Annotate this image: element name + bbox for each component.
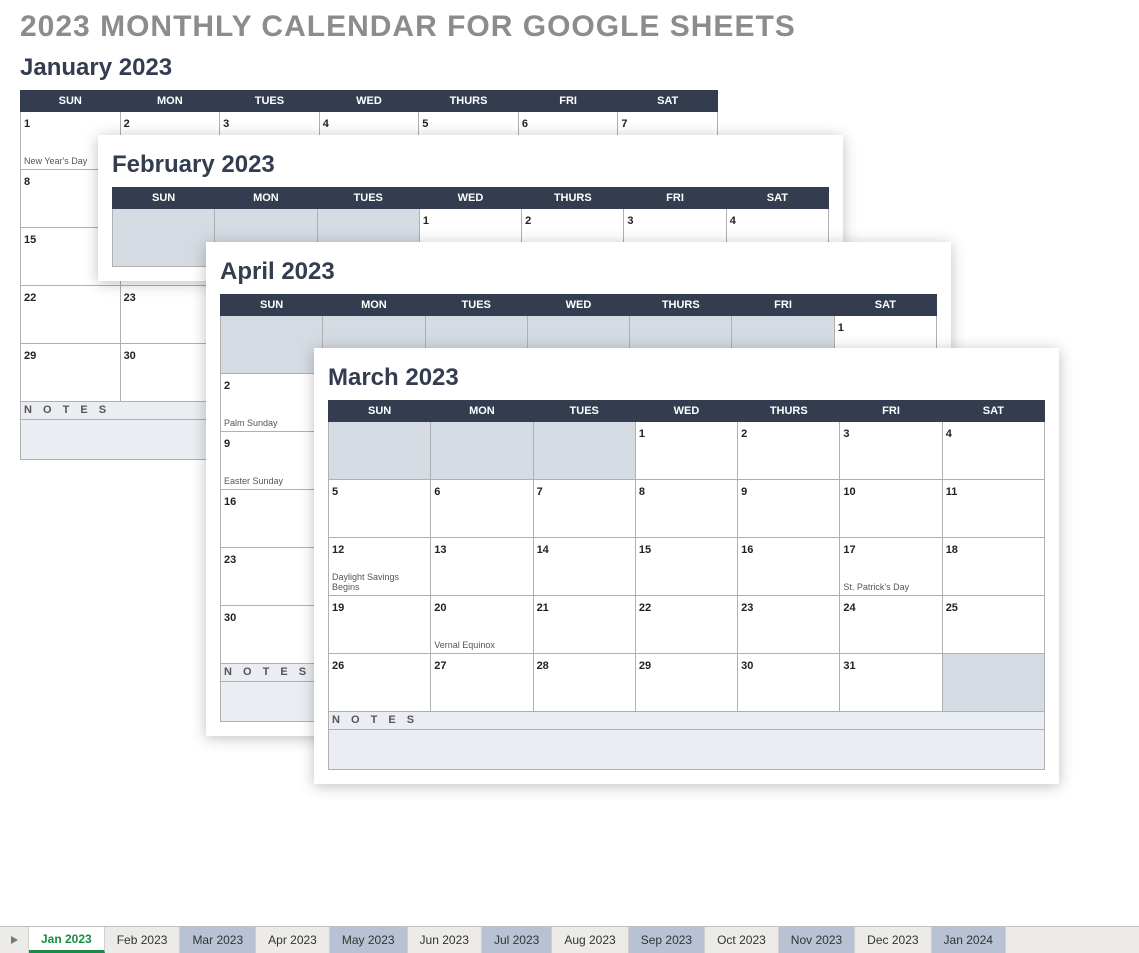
day-header: TUES — [425, 295, 527, 316]
calendar-cell[interactable]: 9 — [738, 480, 840, 538]
calendar-cell[interactable]: 9Easter Sunday — [221, 432, 323, 490]
sheet-tab[interactable]: Oct 2023 — [705, 927, 779, 953]
calendar-cell[interactable]: 23 — [120, 286, 220, 344]
day-header: SUN — [329, 401, 431, 422]
calendar-cell[interactable]: 21 — [533, 596, 635, 654]
calendar-cell[interactable]: 23 — [738, 596, 840, 654]
calendar-cell-empty — [942, 654, 1044, 712]
day-header: TUES — [317, 188, 419, 209]
sheet-tab[interactable]: May 2023 — [330, 927, 408, 953]
calendar-cell[interactable]: 11 — [942, 480, 1044, 538]
day-header: SAT — [834, 295, 936, 316]
day-header: FRI — [840, 401, 942, 422]
calendar-cell[interactable]: 24 — [840, 596, 942, 654]
calendar-cell[interactable]: 14 — [533, 538, 635, 596]
day-header: THURS — [630, 295, 732, 316]
day-header: WED — [527, 295, 629, 316]
day-header: WED — [635, 401, 737, 422]
sheet-tab[interactable]: Sep 2023 — [629, 927, 705, 953]
day-header: THURS — [522, 188, 624, 209]
day-header: SAT — [618, 91, 718, 112]
calendar-cell[interactable]: 19 — [329, 596, 431, 654]
calendar-cell[interactable]: 18 — [942, 538, 1044, 596]
calendar-cell[interactable]: 17St. Patrick's Day — [840, 538, 942, 596]
calendar-cell-empty — [113, 209, 215, 267]
month-title: April 2023 — [220, 258, 937, 286]
calendar-cell[interactable]: 30 — [738, 654, 840, 712]
calendar-cell[interactable]: 7 — [533, 480, 635, 538]
sheet-tab[interactable]: Mar 2023 — [180, 927, 256, 953]
calendar-cell[interactable]: 30 — [120, 344, 220, 402]
calendar-cell[interactable]: 29 — [635, 654, 737, 712]
calendar-cell[interactable]: 28 — [533, 654, 635, 712]
day-header: THURS — [738, 401, 840, 422]
day-header: SUN — [21, 91, 121, 112]
calendar-cell[interactable]: 12Daylight Savings Begins — [329, 538, 431, 596]
month-title: March 2023 — [328, 364, 1045, 392]
sheet-tab[interactable]: Dec 2023 — [855, 927, 931, 953]
calendar-cell[interactable]: 30 — [221, 606, 323, 664]
day-header: SAT — [942, 401, 1044, 422]
calendar-cell[interactable]: 4 — [942, 422, 1044, 480]
calendar-cell[interactable]: 2Palm Sunday — [221, 374, 323, 432]
day-header: SAT — [726, 188, 828, 209]
sheet-tab[interactable]: Jun 2023 — [408, 927, 482, 953]
calendar-cell[interactable]: 5 — [329, 480, 431, 538]
calendar-cell[interactable]: 26 — [329, 654, 431, 712]
day-header: FRI — [518, 91, 618, 112]
page-title: 2023 MONTHLY CALENDAR FOR GOOGLE SHEETS — [0, 0, 1139, 44]
calendar-cell[interactable]: 22 — [21, 286, 121, 344]
calendar-cell-empty — [329, 422, 431, 480]
calendar-cell[interactable]: 13 — [431, 538, 533, 596]
calendar-cell[interactable]: 8 — [635, 480, 737, 538]
day-header: MON — [120, 91, 220, 112]
calendar-cell[interactable]: 16 — [221, 490, 323, 548]
day-header: MON — [323, 295, 425, 316]
calendar-cell[interactable]: 15 — [635, 538, 737, 596]
calendar-march: March 2023 SUNMONTUESWEDTHURSFRISAT12345… — [314, 348, 1059, 784]
calendar-cell[interactable]: 22 — [635, 596, 737, 654]
sheet-tab[interactable]: Jan 2023 — [29, 927, 105, 953]
play-icon[interactable] — [0, 927, 29, 953]
calendar-cell[interactable]: 25 — [942, 596, 1044, 654]
sheet-tab[interactable]: Aug 2023 — [552, 927, 628, 953]
day-header: TUES — [220, 91, 320, 112]
calendar-cell[interactable]: 27 — [431, 654, 533, 712]
calendar-cell[interactable]: 2 — [738, 422, 840, 480]
calendar-cell-empty — [221, 316, 323, 374]
calendar-cell[interactable]: 3 — [840, 422, 942, 480]
day-header: TUES — [533, 401, 635, 422]
sheet-tab[interactable]: Feb 2023 — [105, 927, 181, 953]
calendar-cell[interactable]: 23 — [221, 548, 323, 606]
sheet-tab[interactable]: Jan 2024 — [932, 927, 1006, 953]
month-title: February 2023 — [112, 151, 829, 179]
day-header: MON — [215, 188, 317, 209]
day-header: FRI — [732, 295, 834, 316]
calendar-cell[interactable]: 16 — [738, 538, 840, 596]
day-header: SUN — [221, 295, 323, 316]
calendar-cell[interactable]: 31 — [840, 654, 942, 712]
day-header: SUN — [113, 188, 215, 209]
day-header: MON — [431, 401, 533, 422]
calendar-cell[interactable]: 1 — [635, 422, 737, 480]
sheet-tab[interactable]: Jul 2023 — [482, 927, 552, 953]
calendar-cell[interactable]: 10 — [840, 480, 942, 538]
calendar-cell-empty — [431, 422, 533, 480]
sheet-tab[interactable]: Apr 2023 — [256, 927, 330, 953]
day-header: WED — [319, 91, 419, 112]
notes-label: N O T E S — [329, 712, 1045, 730]
calendar-grid-mar: SUNMONTUESWEDTHURSFRISAT123456789101112D… — [328, 400, 1045, 770]
day-header: FRI — [624, 188, 726, 209]
calendar-cell[interactable]: 29 — [21, 344, 121, 402]
sheet-tab[interactable]: Nov 2023 — [779, 927, 855, 953]
day-header: THURS — [419, 91, 519, 112]
sheet-tab-bar: Jan 2023Feb 2023Mar 2023Apr 2023May 2023… — [0, 926, 1139, 953]
notes-area[interactable] — [329, 730, 1045, 770]
month-title: January 2023 — [20, 54, 718, 82]
day-header: WED — [419, 188, 521, 209]
calendar-cell[interactable]: 6 — [431, 480, 533, 538]
calendar-cell[interactable]: 20Vernal Equinox — [431, 596, 533, 654]
calendar-cell-empty — [533, 422, 635, 480]
